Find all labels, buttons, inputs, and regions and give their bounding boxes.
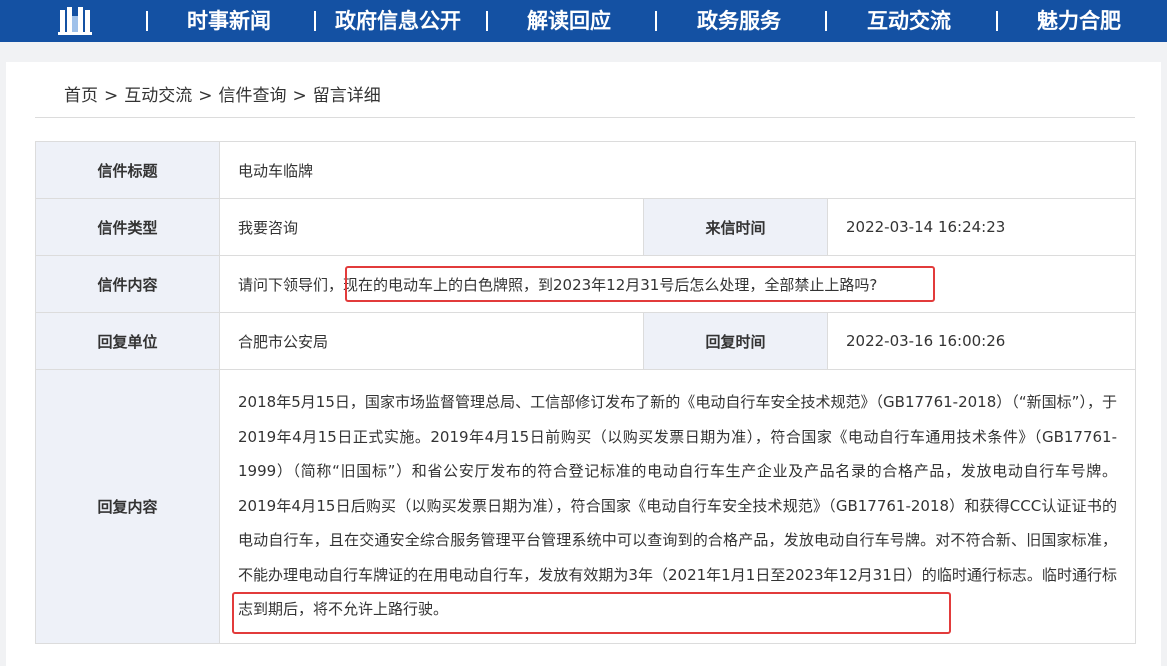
letter-content-label: 信件内容	[35, 255, 220, 313]
nav-divider	[146, 11, 148, 31]
table-row: 回复内容 2018年5月15日，国家市场监督管理总局、工信部修订发布了新的《电动…	[35, 369, 1136, 644]
breadcrumb: 首页 > 互动交流 > 信件查询 > 留言详细	[64, 84, 381, 108]
letter-type-value: 我要咨询	[219, 198, 644, 256]
letter-type-label: 信件类型	[35, 198, 220, 256]
top-navigation-bar: 时事新闻 政府信息公开 解读回应 政务服务 互动交流 魅力合肥	[0, 0, 1167, 42]
breadcrumb-separator: >	[198, 86, 213, 106]
reply-content-value: 2018年5月15日，国家市场监督管理总局、工信部修订发布了新的《电动自行车安全…	[219, 369, 1136, 644]
nav-item-gov-services[interactable]: 政务服务	[697, 0, 781, 42]
nav-divider	[996, 11, 998, 31]
breadcrumb-current: 留言详细	[312, 86, 381, 106]
nav-divider	[486, 11, 488, 31]
breadcrumb-letter-query-link[interactable]: 信件查询	[219, 84, 287, 108]
table-row: 回复单位 合肥市公安局 回复时间 2022-03-16 16:00:26	[35, 312, 1136, 370]
breadcrumb-divider	[35, 117, 1135, 118]
nav-item-gov-info[interactable]: 政府信息公开	[335, 0, 461, 42]
breadcrumb-home-link[interactable]: 首页	[64, 84, 98, 108]
nav-divider	[655, 11, 657, 31]
sent-time-value: 2022-03-14 16:24:23	[827, 198, 1136, 256]
breadcrumb-separator: >	[292, 86, 307, 106]
table-row: 信件标题 电动车临牌	[35, 141, 1136, 199]
nav-item-interaction[interactable]: 互动交流	[867, 0, 951, 42]
letter-title-value: 电动车临牌	[219, 141, 1136, 199]
reply-time-value: 2022-03-16 16:00:26	[827, 312, 1136, 370]
letter-content-value: 请问下领导们，现在的电动车上的白色牌照，到2023年12月31号后怎么处理，全部…	[219, 255, 1136, 313]
nav-item-interpretation[interactable]: 解读回应	[527, 0, 611, 42]
reply-time-label: 回复时间	[643, 312, 828, 370]
reply-unit-label: 回复单位	[35, 312, 220, 370]
nav-divider	[314, 11, 316, 31]
table-row: 信件内容 请问下领导们，现在的电动车上的白色牌照，到2023年12月31号后怎么…	[35, 255, 1136, 313]
reply-unit-value: 合肥市公安局	[219, 312, 644, 370]
city-building-logo-icon[interactable]	[58, 6, 92, 36]
reply-content-label: 回复内容	[35, 369, 220, 644]
nav-divider	[825, 11, 827, 31]
breadcrumb-separator: >	[104, 86, 119, 106]
breadcrumb-interaction-link[interactable]: 互动交流	[124, 84, 192, 108]
table-row: 信件类型 我要咨询 来信时间 2022-03-14 16:24:23	[35, 198, 1136, 256]
nav-item-charm-hefei[interactable]: 魅力合肥	[1037, 0, 1121, 42]
letter-detail-table: 信件标题 电动车临牌 信件类型 我要咨询 来信时间 2022-03-14 16:…	[35, 141, 1136, 644]
letter-title-label: 信件标题	[35, 141, 220, 199]
sent-time-label: 来信时间	[643, 198, 828, 256]
nav-item-news[interactable]: 时事新闻	[187, 0, 271, 42]
